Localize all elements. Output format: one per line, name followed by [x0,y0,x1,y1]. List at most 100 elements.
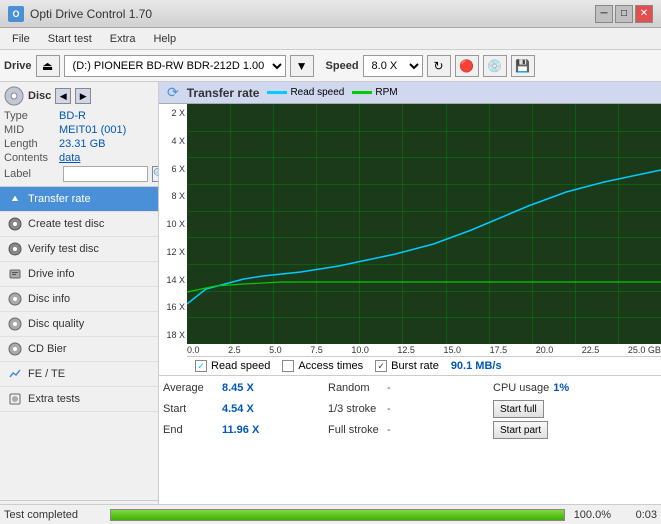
menu-file[interactable]: File [4,31,38,47]
stat-full-stroke-value: - [387,424,391,436]
maximize-button[interactable]: □ [615,5,633,23]
start-part-button[interactable]: Start part [493,421,548,439]
title-bar: O Opti Drive Control 1.70 ─ □ ✕ [0,0,661,28]
nav-item-drive-info[interactable]: Drive info [0,262,158,287]
info-button[interactable]: 💿 [483,55,507,77]
nav-item-disc-info[interactable]: Disc info [0,287,158,312]
drive-select[interactable]: (D:) PIONEER BD-RW BDR-212D 1.00 [64,55,286,77]
disc-type-value: BD-R [59,110,86,122]
checkbox-read-speed-label: Read speed [211,360,270,372]
disc-label-row: Label 🔍 [4,166,154,182]
status-text: Test completed [4,509,104,521]
extra-tests-icon [8,392,22,406]
nav-item-cd-bier-label: CD Bier [28,343,67,355]
checkbox-access-times-box[interactable] [282,360,294,372]
nav-item-create-test-disc[interactable]: Create test disc [0,212,158,237]
stat-start-label: Start [163,403,218,415]
checkbox-burst-rate[interactable]: ✓ Burst rate [375,360,439,372]
disc-next-button[interactable]: ▶ [75,88,91,104]
menu-bar: File Start test Extra Help [0,28,661,50]
nav-item-create-test-disc-label: Create test disc [28,218,104,230]
stat-average: Average 8.45 X [163,379,327,397]
checkbox-access-times[interactable]: Access times [282,360,363,372]
disc-contents-value[interactable]: data [59,152,80,164]
speed-refresh-button[interactable]: ↻ [427,55,451,77]
nav-item-transfer-rate[interactable]: Transfer rate [0,187,158,212]
stats-col-3: CPU usage 1% Start full Start part [493,379,657,439]
stat-1-3-stroke-value: - [387,403,391,415]
stat-1-3-stroke-label: 1/3 stroke [328,403,383,415]
disc-label-go-button[interactable]: 🔍 [152,166,159,182]
speed-label: Speed [326,60,359,72]
stat-end-value: 11.96 X [222,424,259,436]
x-axis: 0.0 2.5 5.0 7.5 10.0 12.5 15.0 17.5 20.0… [187,344,661,356]
stats-col-2: Random - 1/3 stroke - Full stroke - [328,379,492,439]
burst-rate-value: 90.1 MB/s [451,360,502,372]
disc-mid-label: MID [4,124,59,136]
disc-section: Disc ◀ ▶ Type BD-R MID MEIT01 (001) Leng… [0,82,158,187]
stat-average-label: Average [163,382,218,394]
nav-item-verify-test-disc-label: Verify test disc [28,243,99,255]
speed-select[interactable]: 8.0 X [363,55,423,77]
start-full-button[interactable]: Start full [493,400,544,418]
legend-rpm-color [352,91,372,94]
disc-contents-label: Contents [4,152,59,164]
disc-title: Disc [28,90,51,102]
legend-read-speed-color [267,91,287,94]
toolbar: Drive ⏏ (D:) PIONEER BD-RW BDR-212D 1.00… [0,50,661,82]
y-axis: 18 X 16 X 14 X 12 X 10 X 8 X 6 X 4 X 2 X [159,104,187,344]
cd-bier-icon [8,342,22,356]
progress-percent: 100.0% [571,509,611,521]
chart-title-bar: ⟳ Transfer rate Read speed RPM [159,82,661,104]
settings-button[interactable]: 🔴 [455,55,479,77]
nav-menu: Transfer rate Create test disc [0,187,158,500]
checkbox-burst-rate-box[interactable]: ✓ [375,360,387,372]
nav-item-extra-tests-label: Extra tests [28,393,80,405]
disc-label-input[interactable] [63,166,148,182]
disc-icon [4,86,24,106]
stat-cpu-usage: CPU usage 1% [493,379,657,397]
checkbox-read-speed[interactable]: ✓ Read speed [195,360,270,372]
chart-svg [187,104,661,344]
title-text: Opti Drive Control 1.70 [30,7,152,21]
disc-length-value: 23.31 GB [59,138,105,150]
nav-item-fe-te[interactable]: FE / TE [0,362,158,387]
menu-extra[interactable]: Extra [102,31,144,47]
nav-item-cd-bier[interactable]: CD Bier [0,337,158,362]
disc-label-label: Label [4,168,59,180]
stat-start: Start 4.54 X [163,400,327,418]
checkbox-read-speed-box[interactable]: ✓ [195,360,207,372]
disc-mid-row: MID MEIT01 (001) [4,124,154,136]
disc-quality-icon [8,317,22,331]
chart-inner [187,104,661,344]
chart-checkboxes: ✓ Read speed Access times ✓ Burst rate 9… [187,356,661,375]
nav-item-verify-test-disc[interactable]: Verify test disc [0,237,158,262]
stat-start-value: 4.54 X [222,403,254,415]
drive-eject-icon[interactable]: ⏏ [36,55,60,77]
drive-label: Drive [4,60,32,72]
checkbox-access-times-label: Access times [298,360,363,372]
fe-te-icon [8,367,22,381]
menu-start-test[interactable]: Start test [40,31,100,47]
stat-average-value: 8.45 X [222,382,254,394]
nav-item-disc-quality-label: Disc quality [28,318,84,330]
disc-mid-value: MEIT01 (001) [59,124,126,136]
nav-item-disc-quality[interactable]: Disc quality [0,312,158,337]
chart-title-icon: ⟳ [167,84,179,101]
stat-start-part-row: Start part [493,421,657,439]
menu-help[interactable]: Help [145,31,184,47]
title-controls: ─ □ ✕ [595,5,653,23]
nav-item-extra-tests[interactable]: Extra tests [0,387,158,412]
verify-test-disc-icon [8,242,22,256]
save-button[interactable]: 💾 [511,55,535,77]
disc-type-row: Type BD-R [4,110,154,122]
elapsed-time: 0:03 [617,509,657,521]
minimize-button[interactable]: ─ [595,5,613,23]
close-button[interactable]: ✕ [635,5,653,23]
stat-1-3-stroke: 1/3 stroke - [328,400,492,418]
drive-info-icon [8,267,22,281]
stat-cpu-value: 1% [553,382,569,394]
drive-refresh-button[interactable]: ▼ [290,55,314,77]
stat-random-label: Random [328,382,383,394]
disc-prev-button[interactable]: ◀ [55,88,71,104]
